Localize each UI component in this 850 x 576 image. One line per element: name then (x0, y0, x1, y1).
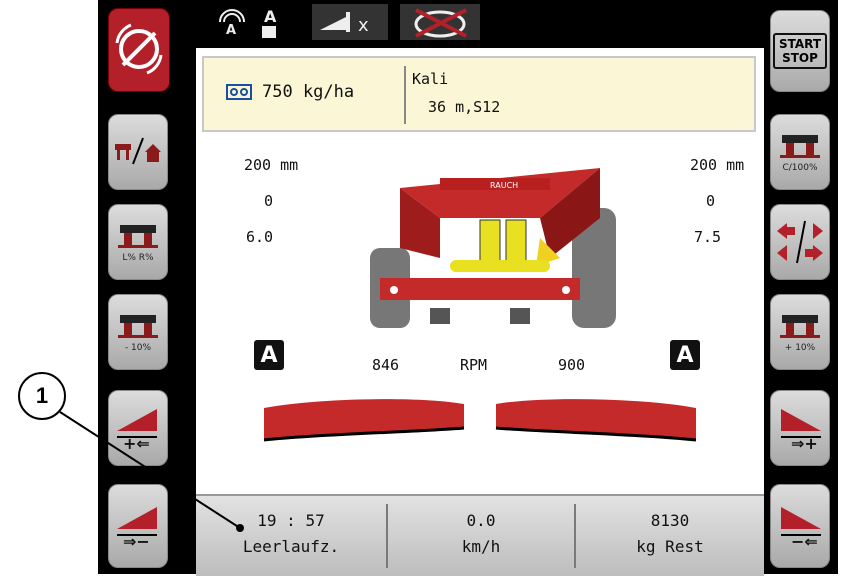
callout-number: 1 (18, 372, 66, 420)
callout-line (59, 411, 244, 532)
